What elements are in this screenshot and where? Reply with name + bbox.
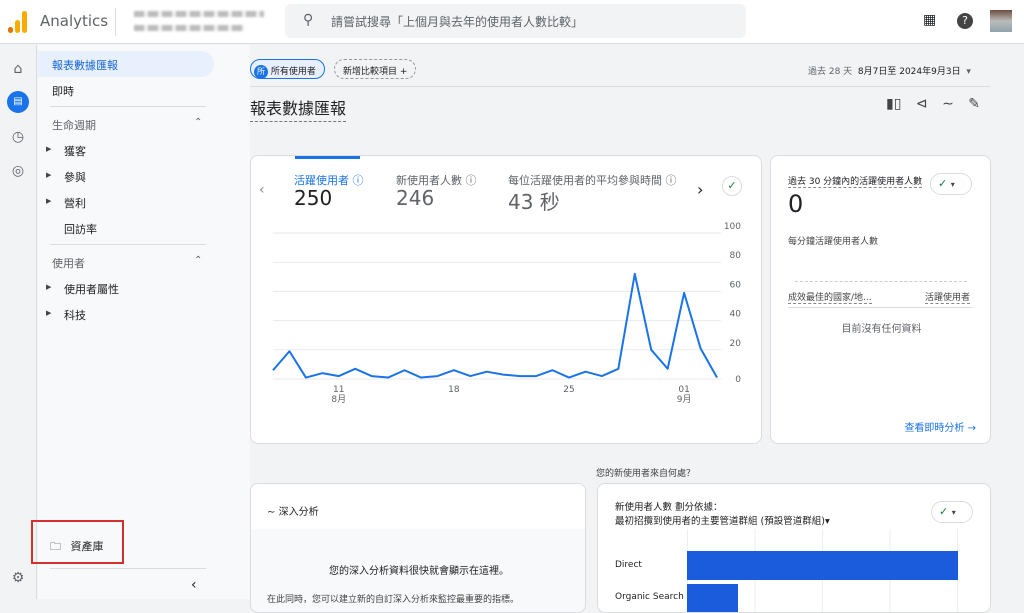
- compare-dropdown[interactable]: ✓ ▾: [931, 501, 973, 523]
- series-line: [273, 274, 717, 378]
- x-tick-month: 9月: [677, 394, 692, 405]
- nav-item-realtime[interactable]: 即時: [52, 83, 74, 99]
- analytics-logo: [8, 11, 28, 33]
- search-input[interactable]: ⚲ 請嘗試搜尋「上個月與去年的使用者人數比較」: [285, 4, 746, 38]
- segment-chip[interactable]: 所 所有使用者: [250, 59, 325, 79]
- acquisition-title[interactable]: 新使用者人數 劃分依據：最初招攬到使用者的主要管道群組 (預設管道群組)▾: [615, 501, 830, 529]
- nav-item-engagement[interactable]: 參與: [64, 169, 86, 185]
- line-chart: 100 80 60 40 20 0 118月 18 25 019月: [251, 156, 762, 444]
- search-placeholder: 請嘗試搜尋「上個月與去年的使用者人數比較」: [331, 15, 583, 29]
- y-tick-label: 40: [730, 310, 742, 320]
- page-title: 報表數據匯報: [250, 95, 346, 122]
- date-range-picker[interactable]: 過去 28 天 8月7日至 2024年9月3日 ▾: [808, 64, 971, 77]
- chevron-up-icon[interactable]: ⌃: [194, 117, 202, 128]
- x-tick-label: 01: [678, 385, 689, 395]
- library-label: 資產庫: [71, 540, 104, 553]
- nav-item-acquisition[interactable]: 獲客: [64, 143, 86, 159]
- y-tick-label: 0: [735, 375, 741, 385]
- advertising-icon[interactable]: ◎: [7, 160, 29, 182]
- brand-name: Analytics: [40, 12, 108, 30]
- insights-message: 您的深入分析資料很快就會顯示在這裡。: [251, 562, 586, 577]
- nav-item-monetization[interactable]: 營利: [64, 195, 86, 211]
- nav-section-lifecycle[interactable]: 生命週期: [52, 117, 96, 133]
- edit-icon[interactable]: ✎: [968, 96, 980, 112]
- bar-label: Organic Search: [615, 592, 684, 602]
- reports-nav: 報表數據匯報 即時 生命週期 ⌃ ▶ 獲客 ▶ 參與 ▶ 營利 回訪率 使用者 ⌃ ▶ 使用…: [38, 45, 250, 599]
- date-prefix: 過去 28 天: [808, 67, 852, 77]
- nav-item-library[interactable]: 🗀 資產庫: [50, 538, 104, 557]
- acquisition-card: 新使用者人數 劃分依據：最初招攬到使用者的主要管道群組 (預設管道群組)▾ ✓ …: [597, 483, 991, 613]
- compare-dropdown[interactable]: ✓ ▾: [930, 173, 972, 195]
- bar-label: Direct: [615, 560, 642, 570]
- y-tick-label: 100: [724, 222, 741, 232]
- bar-direct[interactable]: [687, 551, 958, 580]
- account-selector[interactable]: [115, 8, 264, 36]
- expand-icon: ▶: [46, 171, 51, 179]
- realtime-card: 過去 30 分鐘內的活躍使用者人數 ✓ ▾ 0 每分鐘活躍使用者人數 成效最佳的…: [770, 155, 991, 444]
- insights-card: ∼ 深入分析 您的深入分析資料很快就會顯示在這裡。 在此同時，您可以建立新的自訂…: [250, 483, 586, 613]
- expand-icon: ▶: [46, 283, 51, 291]
- x-tick-label: 25: [563, 385, 574, 395]
- folder-icon: 🗀: [50, 540, 61, 553]
- empty-state: 目前沒有任何資料: [771, 320, 991, 335]
- y-tick-label: 20: [730, 339, 742, 349]
- expand-icon: ▶: [46, 145, 51, 153]
- nav-item-user-attributes[interactable]: 使用者屬性: [64, 281, 119, 297]
- section-title: 您的新使用者來自何處？: [596, 466, 695, 479]
- date-range: 8月7日至 2024年9月3日: [858, 67, 961, 77]
- insights-icon: ∼: [267, 507, 275, 518]
- realtime-value: 0: [788, 190, 803, 218]
- share-icon[interactable]: ⊲: [916, 96, 928, 112]
- expand-icon: ▶: [46, 197, 51, 205]
- top-bar: Analytics ⚲ 請嘗試搜尋「上個月與去年的使用者人數比較」 ▦ ?: [0, 0, 1024, 44]
- add-comparison-button[interactable]: 新增比較項目 +: [334, 59, 416, 79]
- nav-item-retention[interactable]: 回訪率: [64, 221, 97, 237]
- apps-icon[interactable]: ▦: [923, 12, 936, 28]
- nav-item-reports-snapshot[interactable]: 報表數據匯報: [38, 51, 214, 77]
- chevron-up-icon[interactable]: ⌃: [194, 255, 202, 266]
- plus-icon: +: [400, 67, 408, 77]
- home-icon[interactable]: ⌂: [7, 58, 29, 80]
- left-rail: ⌂ ▤ ◷ ◎ ⚙: [0, 45, 37, 599]
- insights-icon[interactable]: ∼: [942, 96, 954, 112]
- x-tick-label: 11: [333, 385, 344, 395]
- column-country[interactable]: 成效最佳的國家/地...: [788, 290, 872, 304]
- explore-icon[interactable]: ◷: [7, 126, 29, 148]
- x-tick-month: 8月: [331, 394, 346, 405]
- help-icon[interactable]: ?: [957, 13, 973, 29]
- compare-icon[interactable]: ▮▯: [886, 96, 901, 112]
- settings-icon[interactable]: ⚙: [7, 567, 29, 589]
- expand-icon: ▶: [46, 309, 51, 317]
- dropdown-icon: ▾: [966, 67, 971, 77]
- search-icon: ⚲: [303, 12, 313, 28]
- view-realtime-link[interactable]: 查看即時分析 →: [904, 419, 976, 434]
- nav-item-tech[interactable]: 科技: [64, 307, 86, 323]
- x-tick-label: 18: [448, 385, 460, 395]
- segment-label: 所有使用者: [271, 67, 316, 77]
- report-actions: ▮▯ ⊲ ∼ ✎: [886, 96, 980, 112]
- nav-section-user[interactable]: 使用者: [52, 255, 85, 271]
- metrics-chart-card: ‹ 活躍使用者 ⓘ 250 新使用者人數 ⓘ 246 每位活躍使用者的平均參與時…: [250, 155, 762, 444]
- column-active-users[interactable]: 活躍使用者: [925, 290, 970, 304]
- avatar[interactable]: [990, 10, 1012, 32]
- dropdown-icon: ▾: [951, 180, 955, 189]
- add-comparison-label: 新增比較項目: [343, 67, 397, 77]
- reports-icon[interactable]: ▤: [7, 91, 29, 113]
- y-tick-label: 80: [730, 251, 742, 261]
- per-minute-label: 每分鐘活躍使用者人數: [788, 234, 878, 247]
- main-content: 所 所有使用者 新增比較項目 + 過去 28 天 8月7日至 2024年9月3日…: [250, 45, 1024, 599]
- realtime-title: 過去 30 分鐘內的活躍使用者人數: [788, 174, 922, 188]
- y-tick-label: 60: [730, 280, 742, 290]
- insights-title: ∼ 深入分析: [267, 503, 319, 518]
- collapse-nav-button[interactable]: ‹: [191, 577, 197, 593]
- segment-badge: 所: [254, 65, 268, 79]
